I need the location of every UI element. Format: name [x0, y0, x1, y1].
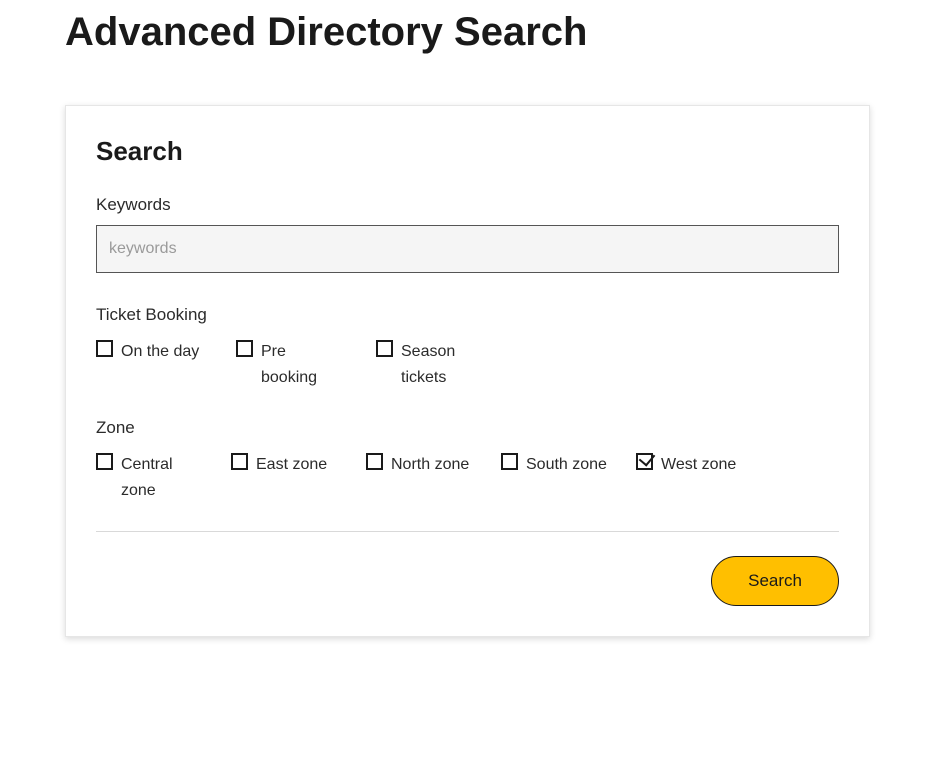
checkbox-label: Central zone — [121, 452, 206, 503]
checkbox-label: Season tickets — [401, 339, 486, 390]
checkbox-item-on-the-day[interactable]: On the day — [96, 339, 236, 390]
checkbox-icon — [96, 340, 113, 357]
checkbox-icon — [376, 340, 393, 357]
checkbox-label: South zone — [526, 452, 607, 478]
checkbox-icon — [231, 453, 248, 470]
ticket-booking-label: Ticket Booking — [96, 305, 839, 325]
checkbox-icon — [96, 453, 113, 470]
ticket-booking-group: On the day Pre booking Season tickets — [96, 339, 839, 390]
checkbox-label: Pre booking — [261, 339, 346, 390]
checkbox-label: East zone — [256, 452, 327, 478]
footer-row: Search — [96, 556, 839, 606]
divider — [96, 531, 839, 532]
checkbox-icon — [236, 340, 253, 357]
checkbox-item-east-zone[interactable]: East zone — [231, 452, 366, 503]
checkbox-label: North zone — [391, 452, 469, 478]
search-heading: Search — [96, 136, 839, 167]
checkbox-item-west-zone[interactable]: West zone — [636, 452, 771, 503]
checkbox-label: On the day — [121, 339, 199, 365]
checkbox-item-pre-booking[interactable]: Pre booking — [236, 339, 376, 390]
checkbox-icon — [636, 453, 653, 470]
keywords-input[interactable] — [96, 225, 839, 273]
zone-label: Zone — [96, 418, 839, 438]
checkbox-item-north-zone[interactable]: North zone — [366, 452, 501, 503]
search-card: Search Keywords Ticket Booking On the da… — [65, 105, 870, 637]
checkbox-label: West zone — [661, 452, 736, 478]
keywords-label: Keywords — [96, 195, 839, 215]
checkbox-item-central-zone[interactable]: Central zone — [96, 452, 231, 503]
zone-group: Central zone East zone North zone South … — [96, 452, 839, 503]
checkbox-icon — [366, 453, 383, 470]
checkbox-icon — [501, 453, 518, 470]
page-title: Advanced Directory Search — [65, 10, 870, 55]
checkbox-item-season-tickets[interactable]: Season tickets — [376, 339, 516, 390]
search-button[interactable]: Search — [711, 556, 839, 606]
checkbox-item-south-zone[interactable]: South zone — [501, 452, 636, 503]
